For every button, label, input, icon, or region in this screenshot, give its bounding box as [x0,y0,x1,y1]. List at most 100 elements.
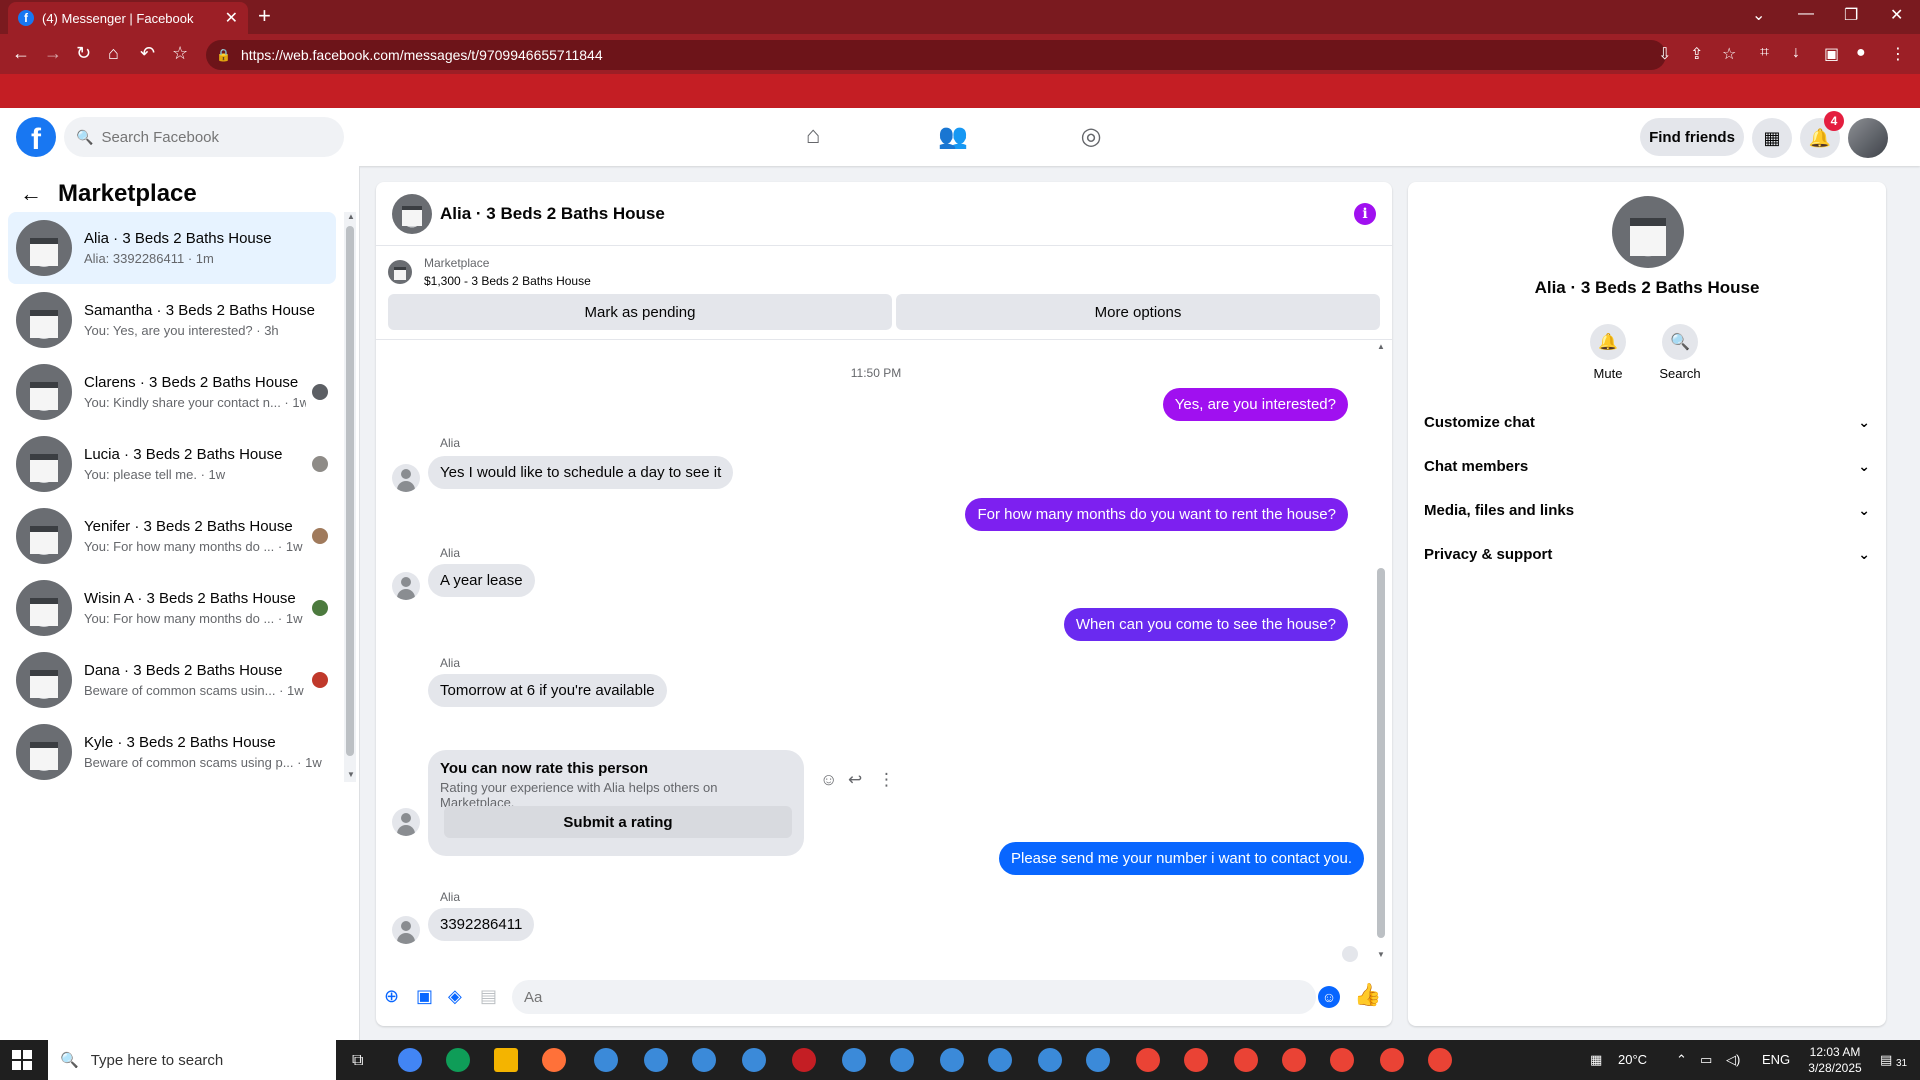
incoming-message[interactable]: Yes I would like to schedule a day to se… [428,456,734,489]
browser-tab[interactable]: f (4) Messenger | Facebook ✕ [8,2,248,34]
scroll-up-arrow-icon[interactable]: ▲ [347,212,355,221]
chrome-profile-icon[interactable] [792,1048,816,1072]
chrome-profile-icon[interactable] [644,1048,668,1072]
gif-icon[interactable]: ▤ [480,986,497,1007]
conversation-item[interactable]: Yenifer · 3 Beds 2 Baths House You: For … [8,500,336,572]
address-bar[interactable]: 🔒 https://web.facebook.com/messages/t/97… [206,40,1666,70]
chrome-app-icon[interactable] [398,1048,422,1072]
chrome-profile-icon[interactable] [988,1048,1012,1072]
windows-start-icon[interactable] [12,1050,32,1070]
scroll-down-arrow-icon[interactable]: ▼ [1377,950,1385,959]
conversation-item[interactable]: Alia · 3 Beds 2 Baths House Alia: 339228… [8,212,336,284]
account-avatar[interactable] [1848,118,1888,158]
message-input[interactable] [512,980,1316,1014]
outgoing-message[interactable]: For how many months do you want to rent … [965,498,1348,531]
find-friends-button[interactable]: Find friends [1640,118,1744,156]
conversation-item[interactable]: Samantha · 3 Beds 2 Baths House You: Yes… [8,284,336,356]
network-icon[interactable]: ▭ [1700,1052,1712,1068]
notification-center-icon[interactable]: ▤ [1880,1052,1892,1068]
outgoing-message[interactable]: Please send me your number i want to con… [998,842,1364,875]
conversation-item[interactable]: Dana · 3 Beds 2 Baths House Beware of co… [8,644,336,716]
chat-scrollbar[interactable]: ▲ ▼ [1374,342,1388,962]
outgoing-message[interactable]: When can you come to see the house? [1063,608,1348,641]
close-tab-icon[interactable]: ✕ [225,8,238,28]
friends-nav-icon[interactable]: 👥 [938,122,968,152]
scrollbar-thumb[interactable] [346,226,354,756]
chrome-profile-icon[interactable] [1380,1048,1404,1072]
groups-nav-icon[interactable]: ◎ [1076,122,1106,152]
sender-avatar[interactable] [392,916,420,944]
home-icon[interactable]: ⌂ [108,43,119,64]
chrome-profile-icon[interactable] [742,1048,766,1072]
crop-icon[interactable]: ⌗ [1760,44,1769,62]
profile-icon[interactable]: ● [1856,44,1866,62]
taskbar-search-box[interactable]: 🔍 Type here to search [48,1040,336,1080]
facebook-search-box[interactable]: 🔍 [64,117,344,157]
file-explorer-icon[interactable] [494,1048,518,1072]
conversation-item[interactable]: Clarens · 3 Beds 2 Baths House You: Kind… [8,356,336,428]
emoji-icon[interactable]: ☺ [1318,986,1340,1008]
restore-icon[interactable]: ❐ [1844,5,1858,25]
facebook-logo-icon[interactable]: f [16,117,56,157]
star-icon[interactable]: ☆ [1722,44,1736,64]
home-nav-icon[interactable]: ⌂ [798,122,828,152]
language-indicator[interactable]: ENG [1762,1052,1790,1067]
chat-title[interactable]: Alia · 3 Beds 2 Baths House [440,204,1354,224]
reply-icon[interactable]: ↩ [848,770,862,790]
sticker-icon[interactable]: ◈ [448,986,462,1007]
chrome-profile-icon[interactable] [1428,1048,1452,1072]
menu-grid-icon[interactable]: ▦ [1752,118,1792,158]
scroll-down-arrow-icon[interactable]: ▼ [347,770,355,779]
incoming-message[interactable]: 3392286411 [428,908,535,941]
scrollbar-thumb[interactable] [1377,568,1385,938]
sidebar-scrollbar[interactable]: ▲ ▼ [344,212,356,782]
chrome-profile-icon[interactable] [1038,1048,1062,1072]
scroll-up-arrow-icon[interactable]: ▲ [1377,342,1385,351]
info-icon[interactable]: i [1354,202,1376,225]
outgoing-message[interactable]: Yes, are you interested? [1162,388,1348,421]
incoming-message[interactable]: A year lease [428,564,535,597]
contact-avatar[interactable] [1612,196,1684,268]
new-tab-icon[interactable]: + [258,5,271,27]
conversation-item[interactable]: Wisin A · 3 Beds 2 Baths House You: For … [8,572,336,644]
tray-chevron-icon[interactable]: ⌃ [1676,1052,1687,1068]
search-icon[interactable]: 🔍 [1662,324,1698,360]
install-app-icon[interactable]: ⇩ [1658,44,1671,64]
chrome-profile-icon[interactable] [1184,1048,1208,1072]
react-emoji-icon[interactable]: ☺ [820,770,837,790]
chrome-profile-icon[interactable] [1086,1048,1110,1072]
temperature-text[interactable]: 20°C [1618,1052,1647,1067]
submit-rating-button[interactable]: Submit a rating [444,806,792,838]
chrome-profile-icon[interactable] [1330,1048,1354,1072]
privacy-support-section[interactable]: Privacy & support ⌄ [1424,536,1870,572]
sender-avatar[interactable] [392,808,420,836]
sidebar-icon[interactable]: ▣ [1824,44,1839,64]
undo-icon[interactable]: ↶ [140,43,155,64]
bell-icon[interactable]: 🔔 [1590,324,1626,360]
firefox-app-icon[interactable] [542,1048,566,1072]
bookmark-star-icon[interactable]: ☆ [172,43,188,64]
chat-members-section[interactable]: Chat members ⌄ [1424,448,1870,484]
share-icon[interactable]: ⇪ [1690,44,1703,64]
menu-icon[interactable]: ⋮ [1890,44,1906,64]
photo-icon[interactable]: ▣ [416,986,433,1007]
mark-as-pending-button[interactable]: Mark as pending [388,294,892,330]
task-view-icon[interactable]: ⧉ [352,1052,363,1070]
chrome-profile-icon[interactable] [1136,1048,1160,1072]
close-window-icon[interactable]: ✕ [1890,5,1903,25]
taskbar-clock[interactable]: 12:03 AM 3/28/2025 [1800,1044,1870,1076]
chrome-profile-icon[interactable] [842,1048,866,1072]
mute-action[interactable]: 🔔 Mute [1568,324,1648,381]
plus-circle-icon[interactable]: ⊕ [384,986,399,1007]
minimize-icon[interactable]: — [1798,5,1814,23]
back-icon[interactable]: ← [12,43,30,64]
chrome-profile-icon[interactable] [940,1048,964,1072]
facebook-search-input[interactable] [101,128,322,146]
edge-app-icon[interactable] [446,1048,470,1072]
chrome-profile-icon[interactable] [890,1048,914,1072]
media-files-links-section[interactable]: Media, files and links ⌄ [1424,492,1870,528]
tab-search-icon[interactable]: ⌄ [1752,5,1765,25]
listing-info[interactable]: Marketplace $1,300 - 3 Beds 2 Baths Hous… [388,256,591,288]
chat-avatar[interactable] [392,193,432,234]
chrome-profile-icon[interactable] [1282,1048,1306,1072]
